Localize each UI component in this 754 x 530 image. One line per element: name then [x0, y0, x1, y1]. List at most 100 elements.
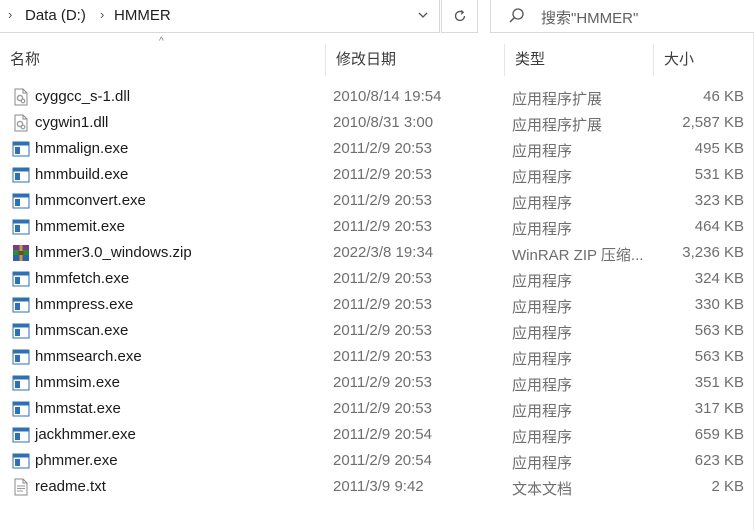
file-type: 应用程序扩展: [512, 91, 603, 108]
address-history-dropdown-icon[interactable]: [417, 5, 431, 25]
file-row[interactable]: hmmconvert.exe 2011/2/9 20:53 应用程序 323 KB: [0, 188, 754, 214]
file-size: 531 KB: [694, 166, 744, 183]
exe-icon: [12, 166, 30, 184]
search-icon: [509, 8, 524, 23]
file-date: 2011/2/9 20:54: [333, 426, 432, 443]
file-row[interactable]: hmmstat.exe 2011/2/9 20:53 应用程序 317 KB: [0, 396, 754, 422]
file-name: hmmbuild.exe: [35, 166, 129, 183]
file-date: 2011/2/9 20:53: [333, 400, 432, 417]
address-bar[interactable]: › Data (D:) › HMMER: [0, 0, 440, 33]
file-date: 2011/2/9 20:53: [333, 218, 432, 235]
column-name-label: 名称: [10, 51, 41, 68]
file-size: 330 KB: [694, 296, 744, 313]
exe-icon: [12, 218, 30, 236]
file-date: 2011/2/9 20:53: [333, 140, 432, 157]
exe-icon: [12, 296, 30, 314]
file-type: 应用程序: [512, 143, 573, 160]
file-date: 2010/8/31 3:00: [333, 114, 434, 131]
file-name: hmmpress.exe: [35, 296, 134, 313]
file-type: 应用程序扩展: [512, 117, 603, 134]
search-box[interactable]: 搜索"HMMER": [490, 0, 754, 33]
file-row[interactable]: jackhmmer.exe 2011/2/9 20:54 应用程序 659 KB: [0, 422, 754, 448]
file-type: 应用程序: [512, 429, 573, 446]
file-date: 2011/2/9 20:53: [333, 192, 432, 209]
exe-icon: [12, 322, 30, 340]
file-name: hmmconvert.exe: [35, 192, 146, 209]
file-size: 659 KB: [694, 426, 744, 443]
file-date: 2011/2/9 20:53: [333, 296, 432, 313]
file-name: cygwin1.dll: [35, 114, 109, 131]
file-size: 351 KB: [694, 374, 744, 391]
file-type: 应用程序: [512, 169, 573, 186]
column-size-label: 大小: [664, 51, 695, 68]
file-name: hmmstat.exe: [35, 400, 121, 417]
file-size: 323 KB: [694, 192, 744, 209]
breadcrumb-folder[interactable]: HMMER: [114, 7, 171, 24]
file-type: 应用程序: [512, 377, 573, 394]
file-date: 2011/2/9 20:53: [333, 348, 432, 365]
exe-icon: [12, 348, 30, 366]
file-name: hmmemit.exe: [35, 218, 126, 235]
file-row[interactable]: cyggcc_s-1.dll 2010/8/14 19:54 应用程序扩展 46 KB: [0, 84, 754, 110]
file-name: jackhmmer.exe: [35, 426, 136, 443]
refresh-icon: [454, 9, 465, 22]
file-row[interactable]: hmmfetch.exe 2011/2/9 20:53 应用程序 324 KB: [0, 266, 754, 292]
file-date: 2011/2/9 20:54: [333, 452, 432, 469]
file-row[interactable]: hmmscan.exe 2011/2/9 20:53 应用程序 563 KB: [0, 318, 754, 344]
file-row[interactable]: phmmer.exe 2011/2/9 20:54 应用程序 623 KB: [0, 448, 754, 474]
chevron-right-icon[interactable]: ›: [100, 7, 104, 22]
file-row[interactable]: hmmemit.exe 2011/2/9 20:53 应用程序 464 KB: [0, 214, 754, 240]
file-name: hmmalign.exe: [35, 140, 129, 157]
breadcrumb-drive[interactable]: Data (D:): [25, 7, 86, 24]
column-date-label: 修改日期: [336, 51, 397, 68]
file-type: 应用程序: [512, 273, 573, 290]
file-size: 2 KB: [711, 478, 744, 495]
file-size: 2,587 KB: [682, 114, 744, 131]
column-name[interactable]: 名称: [0, 44, 326, 76]
file-row[interactable]: hmmsim.exe 2011/2/9 20:53 应用程序 351 KB: [0, 370, 754, 396]
file-size: 46 KB: [703, 88, 744, 105]
file-size: 495 KB: [694, 140, 744, 157]
file-row[interactable]: hmmer3.0_windows.zip 2022/3/8 19:34 WinRAR…: [0, 240, 754, 266]
file-row[interactable]: cygwin1.dll 2010/8/31 3:00 应用程序扩展 2,587 KB: [0, 110, 754, 136]
winrar-icon: [12, 244, 30, 262]
file-type: 应用程序: [512, 455, 573, 472]
file-date: 2022/3/8 19:34: [333, 244, 434, 261]
column-size[interactable]: 大小: [654, 44, 754, 76]
file-date: 2010/8/14 19:54: [333, 88, 442, 105]
file-name: phmmer.exe: [35, 452, 118, 469]
file-type: WinRAR ZIP 压缩...: [512, 247, 644, 264]
file-name: hmmscan.exe: [35, 322, 129, 339]
file-row[interactable]: hmmsearch.exe 2011/2/9 20:53 应用程序 563 KB: [0, 344, 754, 370]
exe-icon: [12, 192, 30, 210]
column-type-label: 类型: [515, 51, 546, 68]
column-date[interactable]: 修改日期: [326, 44, 505, 76]
file-date: 2011/2/9 20:53: [333, 374, 432, 391]
file-name: hmmsearch.exe: [35, 348, 142, 365]
refresh-button[interactable]: [441, 0, 478, 33]
dll-icon: [12, 88, 30, 106]
file-name: hmmsim.exe: [35, 374, 121, 391]
file-size: 324 KB: [694, 270, 744, 287]
address-toolbar: › Data (D:) › HMMER 搜索"HMMER": [0, 0, 754, 34]
file-row[interactable]: hmmpress.exe 2011/2/9 20:53 应用程序 330 KB: [0, 292, 754, 318]
file-name: hmmer3.0_windows.zip: [35, 244, 192, 261]
file-size: 464 KB: [694, 218, 744, 235]
file-name: readme.txt: [35, 478, 106, 495]
file-name: hmmfetch.exe: [35, 270, 130, 287]
file-size: 317 KB: [694, 400, 744, 417]
file-date: 2011/3/9 9:42: [333, 478, 424, 495]
file-row[interactable]: hmmalign.exe 2011/2/9 20:53 应用程序 495 KB: [0, 136, 754, 162]
column-type[interactable]: 类型: [505, 44, 654, 76]
file-row[interactable]: readme.txt 2011/3/9 9:42 文本文档 2 KB: [0, 474, 754, 500]
column-header: 名称 修改日期 类型 大小: [0, 44, 754, 76]
file-date: 2011/2/9 20:53: [333, 322, 432, 339]
file-size: 563 KB: [694, 322, 744, 339]
file-type: 应用程序: [512, 195, 573, 212]
file-type: 应用程序: [512, 221, 573, 238]
file-type: 应用程序: [512, 351, 573, 368]
chevron-right-icon[interactable]: ›: [8, 7, 12, 22]
file-size: 623 KB: [694, 452, 744, 469]
file-row[interactable]: hmmbuild.exe 2011/2/9 20:53 应用程序 531 KB: [0, 162, 754, 188]
file-type: 应用程序: [512, 299, 573, 316]
